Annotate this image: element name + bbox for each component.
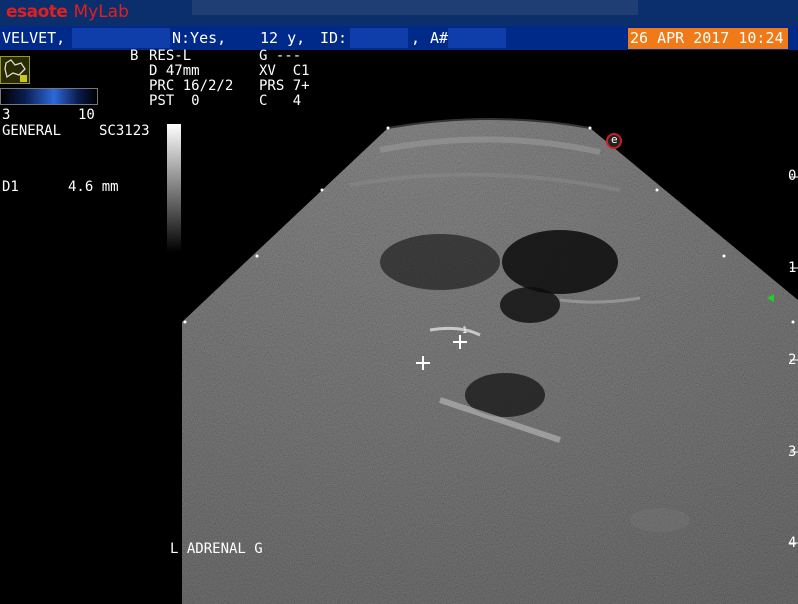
ultrasound-image[interactable] bbox=[0, 0, 798, 604]
caliper-index: 1 bbox=[462, 326, 468, 336]
depth-mark-4: 4 bbox=[788, 535, 797, 551]
depth-mark-0: 0 bbox=[788, 168, 797, 184]
body-mark-annotation: L ADRENAL G bbox=[170, 541, 263, 557]
depth-mark-3: 3 bbox=[788, 444, 797, 460]
orientation-marker-label: e bbox=[611, 133, 618, 146]
depth-mark-2: 2 bbox=[788, 352, 797, 368]
depth-mark-1: 1 bbox=[788, 260, 797, 276]
